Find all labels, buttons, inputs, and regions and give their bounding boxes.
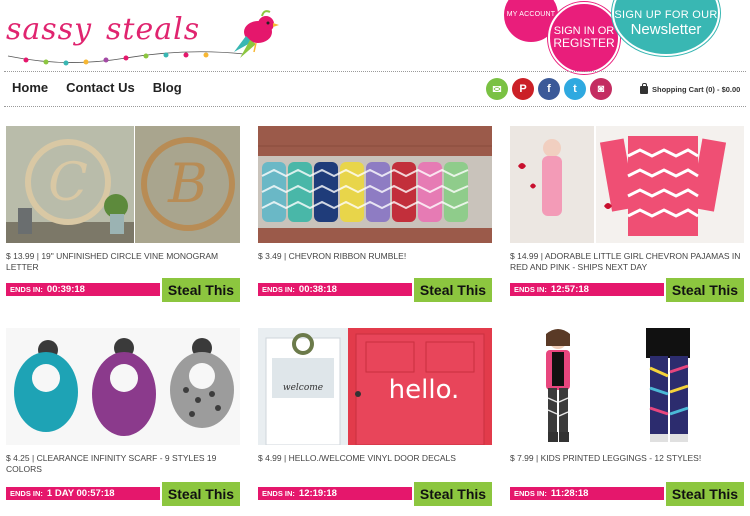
product-image-pajamas[interactable]: [510, 126, 744, 243]
dotted-divider-bottom: [4, 106, 746, 107]
product-title: 19" UNFINISHED CIRCLE VINE MONOGRAM LETT…: [6, 251, 219, 272]
product-description: $ 4.25 | CLEARANCE INFINITY SCARF - 9 ST…: [6, 453, 217, 474]
product-card[interactable]: $ 3.49 | CHEVRON RIBBON RUMBLE! ENDS IN:…: [258, 126, 492, 306]
my-account-label: MY ACCOUNT: [506, 11, 556, 19]
site-header: sassy steals MY ACCOUNT SIGN IN OR REGIS…: [0, 0, 750, 74]
product-description: $ 4.99 | HELLO./WELCOME VINYL DOOR DECAL…: [258, 453, 456, 463]
steal-this-button[interactable]: Steal This: [664, 278, 744, 302]
countdown: ENDS IN: 00:38:18: [258, 283, 412, 296]
product-price: $ 7.99: [510, 453, 534, 463]
product-title: ADORABLE LITTLE GIRL CHEVRON PAJAMAS IN …: [510, 251, 741, 272]
nav-home[interactable]: Home: [12, 80, 48, 95]
deal-bar: ENDS IN: 11:28:18 Steal This: [510, 482, 744, 506]
dotted-divider-top: [4, 71, 746, 72]
logo-text-steals: steals: [106, 12, 201, 47]
ends-in-label: ENDS IN:: [514, 285, 547, 294]
door-welcome-text: welcome: [283, 383, 323, 393]
pajamas-photo: [510, 126, 744, 243]
deal-bar: ENDS IN: 00:38:18 Steal This: [258, 278, 492, 302]
countdown-time: 00:38:18: [298, 284, 337, 295]
nav-blog[interactable]: Blog: [153, 80, 182, 95]
ends-in-label: ENDS IN:: [262, 285, 295, 294]
newsletter-signup-button[interactable]: SIGN UP FOR OUR Newsletter: [612, 0, 720, 56]
pinterest-icon[interactable]: P: [512, 78, 534, 100]
product-price: $ 14.99: [510, 251, 539, 261]
product-price: $ 4.99: [258, 453, 282, 463]
logo-text-sassy: sassy: [6, 12, 93, 47]
product-card[interactable]: $ 14.99 | ADORABLE LITTLE GIRL CHEVRON P…: [510, 126, 744, 306]
deal-bar: ENDS IN: 00:39:18 Steal This: [6, 278, 240, 302]
email-icon[interactable]: ✉: [486, 78, 508, 100]
countdown: ENDS IN: 12:57:18: [510, 283, 664, 296]
steal-this-button[interactable]: Steal This: [412, 278, 492, 302]
product-description: $ 7.99 | KIDS PRINTED LEGGINGS - 12 STYL…: [510, 453, 702, 463]
twitter-icon[interactable]: t: [564, 78, 586, 100]
product-image-monogram[interactable]: C B: [6, 126, 240, 243]
steal-this-button[interactable]: Steal This: [412, 482, 492, 506]
door-decals-photo: welcome hello.: [258, 328, 492, 445]
steal-this-button[interactable]: Steal This: [160, 482, 240, 506]
product-image-leggings[interactable]: [510, 328, 744, 445]
ribbon-photo: [258, 126, 492, 243]
scarf-photo: [6, 328, 240, 445]
deal-bar: ENDS IN: 12:19:18 Steal This: [258, 482, 492, 506]
countdown-time: 12:19:18: [298, 488, 337, 499]
sassy-steals-logo[interactable]: sassy steals: [6, 4, 286, 66]
steal-this-button[interactable]: Steal This: [664, 482, 744, 506]
product-card[interactable]: C B $ 13.99 | 19" UNFINISHED CIRCLE VINE…: [6, 126, 240, 306]
register-label: REGISTER: [553, 36, 615, 51]
product-description: $ 3.49 | CHEVRON RIBBON RUMBLE!: [258, 251, 407, 261]
facebook-icon[interactable]: f: [538, 78, 560, 100]
sign-in-register-button[interactable]: SIGN IN OR REGISTER: [548, 2, 620, 74]
countdown-time: 11:28:18: [550, 488, 589, 499]
monogram-letter-c: C: [48, 153, 88, 213]
product-price: $ 3.49: [258, 251, 282, 261]
product-title: KIDS PRINTED LEGGINGS - 12 STYLES!: [540, 453, 702, 463]
shopping-cart-link[interactable]: Shopping Cart (0) - $0.00: [640, 82, 741, 94]
nav-contact-us[interactable]: Contact Us: [66, 80, 135, 95]
product-card[interactable]: welcome hello. $ 4.99 | HELLO./WELCOME V…: [258, 328, 492, 510]
logo-text: sassy steals: [6, 12, 200, 47]
countdown: ENDS IN: 12:19:18: [258, 487, 412, 500]
leggings-photo: [510, 328, 744, 445]
ends-in-label: ENDS IN:: [10, 489, 43, 498]
product-description: $ 14.99 | ADORABLE LITTLE GIRL CHEVRON P…: [510, 251, 741, 272]
bird-icon: [234, 10, 279, 58]
countdown-time: 1 DAY 00:57:18: [46, 488, 115, 499]
product-card[interactable]: $ 7.99 | KIDS PRINTED LEGGINGS - 12 STYL…: [510, 328, 744, 510]
countdown-time: 00:39:18: [46, 284, 85, 295]
deal-bar: ENDS IN: 1 DAY 00:57:18 Steal This: [6, 482, 240, 506]
countdown-time: 12:57:18: [550, 284, 589, 295]
product-title: CHEVRON RIBBON RUMBLE!: [288, 251, 407, 261]
product-price: $ 4.25: [6, 453, 30, 463]
countdown: ENDS IN: 1 DAY 00:57:18: [6, 487, 160, 500]
monogram-letter-b: B: [167, 152, 208, 215]
shopping-cart-label: Shopping Cart (0) - $0.00: [652, 85, 741, 94]
monogram-photo: C B: [6, 126, 240, 243]
product-image-ribbon[interactable]: [258, 126, 492, 243]
social-icons: ✉ P f t ◙: [486, 78, 612, 100]
ends-in-label: ENDS IN:: [262, 489, 295, 498]
product-image-scarf[interactable]: [6, 328, 240, 445]
countdown: ENDS IN: 11:28:18: [510, 487, 664, 500]
product-title: CLEARANCE INFINITY SCARF - 9 STYLES 19 C…: [6, 453, 217, 474]
deal-bar: ENDS IN: 12:57:18 Steal This: [510, 278, 744, 302]
product-description: $ 13.99 | 19" UNFINISHED CIRCLE VINE MON…: [6, 251, 219, 272]
newsletter-line2: Newsletter: [630, 20, 702, 38]
product-title: HELLO./WELCOME VINYL DOOR DECALS: [288, 453, 456, 463]
beads-decoration: [7, 51, 245, 66]
steal-this-button[interactable]: Steal This: [160, 278, 240, 302]
shopping-bag-icon: [640, 82, 648, 94]
door-hello-text: hello.: [389, 375, 460, 405]
main-nav: Home Contact Us Blog: [12, 80, 182, 95]
countdown: ENDS IN: 00:39:18: [6, 283, 160, 296]
product-price: $ 13.99: [6, 251, 35, 261]
ends-in-label: ENDS IN:: [10, 285, 43, 294]
product-image-door-decals[interactable]: welcome hello.: [258, 328, 492, 445]
product-card[interactable]: $ 4.25 | CLEARANCE INFINITY SCARF - 9 ST…: [6, 328, 240, 510]
instagram-icon[interactable]: ◙: [590, 78, 612, 100]
ends-in-label: ENDS IN:: [514, 489, 547, 498]
